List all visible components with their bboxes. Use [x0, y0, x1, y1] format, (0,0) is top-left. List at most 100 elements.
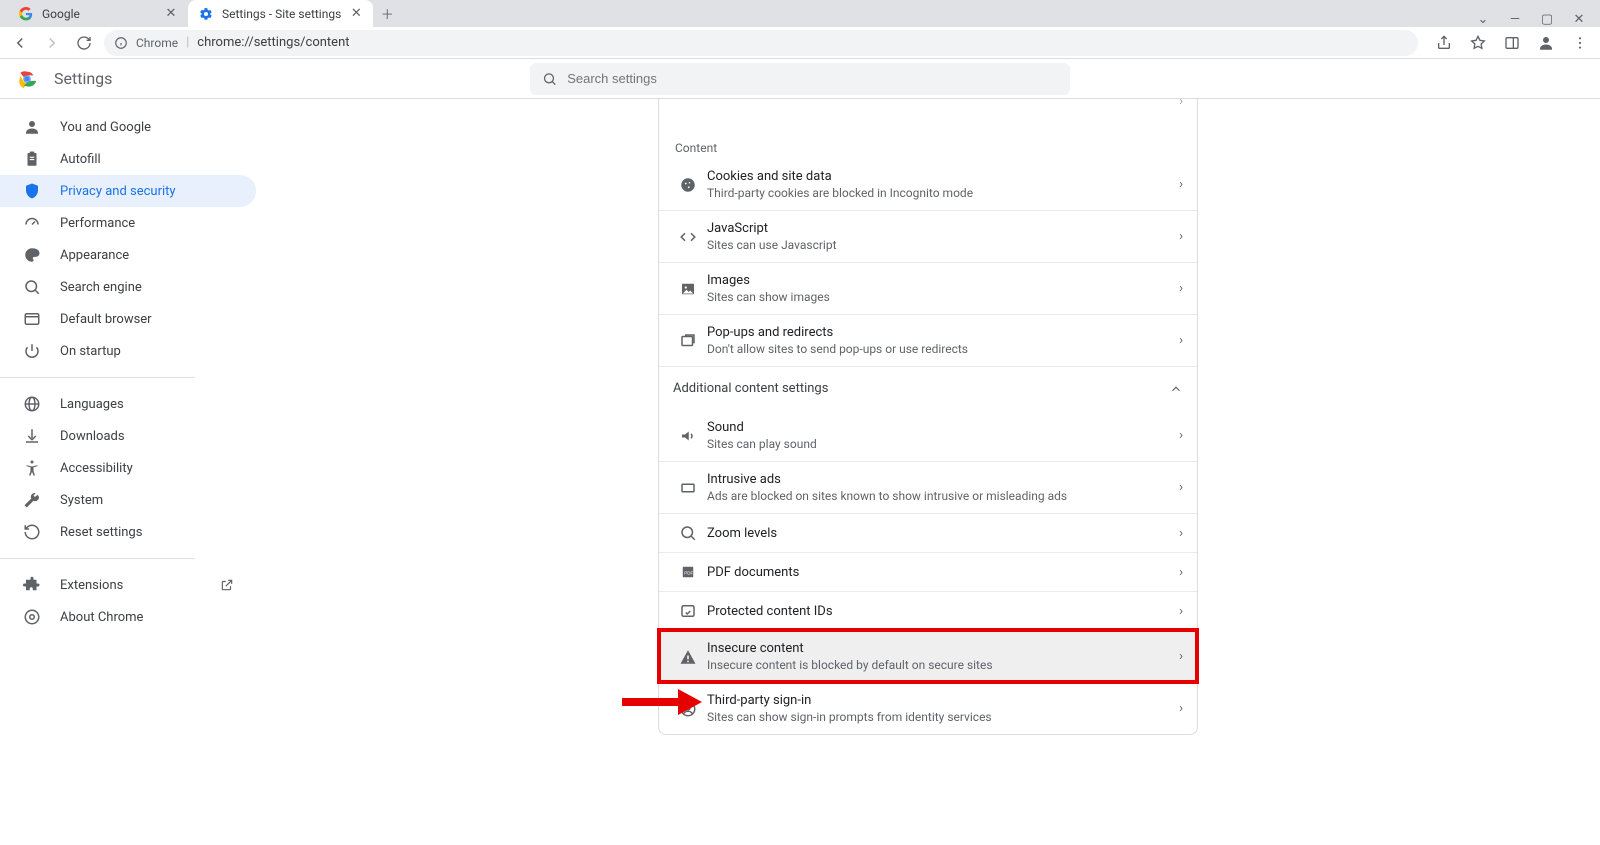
row-images[interactable]: ImagesSites can show images › [659, 262, 1197, 314]
shield-icon [22, 182, 42, 200]
palette-icon [22, 246, 42, 264]
omnibox-chip: Chrome [136, 36, 178, 50]
nav-downloads[interactable]: Downloads [0, 420, 256, 452]
page-title: Settings [54, 69, 112, 88]
row-insecure-content[interactable]: Insecure contentInsecure content is bloc… [659, 630, 1197, 682]
reload-button[interactable] [72, 31, 96, 55]
nav-about-chrome[interactable]: About Chrome [0, 601, 256, 633]
chevron-right-icon: › [1179, 99, 1183, 109]
site-info-icon[interactable] [114, 36, 128, 50]
forward-button[interactable] [40, 31, 64, 55]
chevron-down-icon[interactable]: ⌄ [1474, 12, 1492, 27]
settings-search[interactable] [530, 63, 1070, 95]
search-input[interactable] [567, 71, 1058, 86]
nav-accessibility[interactable]: Accessibility [0, 452, 256, 484]
nav-extensions[interactable]: Extensions [0, 569, 256, 601]
divider [0, 377, 195, 378]
tab-title: Google [42, 7, 156, 21]
chevron-right-icon: › [1179, 526, 1183, 541]
side-panel-icon[interactable] [1500, 31, 1524, 55]
ads-icon [673, 479, 703, 497]
row-popups[interactable]: Pop-ups and redirectsDon't allow sites t… [659, 314, 1197, 366]
image-icon [673, 280, 703, 298]
external-link-icon [220, 578, 234, 592]
browser-tabstrip: Google ✕ Settings - Site settings ✕ ＋ ⌄ … [0, 0, 1600, 27]
kebab-menu-icon[interactable] [1568, 31, 1592, 55]
address-bar[interactable]: Chrome | chrome://settings/content [104, 30, 1418, 56]
zoom-icon [673, 524, 703, 542]
row-protected-content[interactable]: Protected content IDs › [659, 591, 1197, 630]
nav-appearance[interactable]: Appearance [0, 239, 256, 271]
chrome-logo-icon [16, 68, 38, 90]
row-sound[interactable]: SoundSites can play sound › [659, 410, 1197, 461]
row-additional-content-settings[interactable]: Additional content settings [659, 366, 1197, 410]
tab-title: Settings - Site settings [222, 7, 341, 21]
chevron-right-icon: › [1179, 428, 1183, 443]
divider [0, 558, 195, 559]
warning-icon [673, 648, 703, 666]
chevron-right-icon: › [1179, 565, 1183, 580]
chevron-right-icon: › [1179, 480, 1183, 495]
restore-icon [22, 523, 42, 541]
bookmark-icon[interactable] [1466, 31, 1490, 55]
row-third-party-sign-in[interactable]: Third-party sign-inSites can show sign-i… [659, 682, 1197, 734]
chevron-up-icon [1169, 382, 1183, 396]
profile-avatar-icon[interactable] [1534, 31, 1558, 55]
cookie-icon [673, 176, 703, 194]
nav-system[interactable]: System [0, 484, 256, 516]
chrome-icon [22, 608, 42, 626]
account-circle-icon [673, 700, 703, 718]
nav-performance[interactable]: Performance [0, 207, 256, 239]
new-tab-button[interactable]: ＋ [373, 0, 401, 27]
row-zoom-levels[interactable]: Zoom levels › [659, 513, 1197, 552]
chevron-right-icon: › [1179, 229, 1183, 244]
close-tab-icon[interactable]: ✕ [349, 7, 363, 21]
clipboard-icon [22, 150, 42, 168]
omnibox-url: chrome://settings/content [197, 35, 349, 50]
browser-toolbar: Chrome | chrome://settings/content [0, 27, 1600, 59]
speedometer-icon [22, 214, 42, 232]
nav-autofill[interactable]: Autofill [0, 143, 256, 175]
section-label-content: Content [659, 123, 1197, 159]
nav-default-browser[interactable]: Default browser [0, 303, 256, 335]
search-icon [542, 71, 557, 87]
download-icon [22, 427, 42, 445]
person-icon [22, 118, 42, 136]
nav-on-startup[interactable]: On startup [0, 335, 256, 367]
row-pdf-documents[interactable]: PDF PDF documents › [659, 552, 1197, 591]
close-tab-icon[interactable]: ✕ [164, 7, 178, 21]
chevron-right-icon: › [1179, 333, 1183, 348]
nav-languages[interactable]: Languages [0, 388, 256, 420]
window-controls: ⌄ — ▢ ✕ [1462, 12, 1600, 27]
chevron-right-icon: › [1179, 177, 1183, 192]
minimize-icon[interactable]: — [1506, 12, 1524, 27]
row-javascript[interactable]: JavaScriptSites can use Javascript › [659, 210, 1197, 262]
sound-icon [673, 427, 703, 445]
maximize-icon[interactable]: ▢ [1538, 12, 1556, 27]
back-button[interactable] [8, 31, 32, 55]
gear-icon [198, 6, 214, 22]
nav-you-and-google[interactable]: You and Google [0, 111, 256, 143]
content-settings-card: — › Content Cookies and site dataThird-p… [658, 99, 1198, 735]
close-window-icon[interactable]: ✕ [1570, 12, 1588, 27]
chevron-right-icon: › [1179, 701, 1183, 716]
row-cookies[interactable]: Cookies and site dataThird-party cookies… [659, 159, 1197, 210]
code-icon [673, 228, 703, 246]
protected-content-icon [673, 602, 703, 620]
row-additional-permissions[interactable]: — › [659, 99, 1197, 123]
browser-tab-settings[interactable]: Settings - Site settings ✕ [188, 0, 373, 27]
google-g-icon [18, 6, 34, 22]
chevron-right-icon: › [1179, 281, 1183, 296]
browser-window-icon [22, 310, 42, 328]
nav-privacy-security[interactable]: Privacy and security [0, 175, 256, 207]
nav-reset-settings[interactable]: Reset settings [0, 516, 256, 548]
popup-icon [673, 332, 703, 350]
settings-header: Settings [0, 59, 1600, 99]
row-intrusive-ads[interactable]: Intrusive adsAds are blocked on sites kn… [659, 461, 1197, 513]
browser-tab-google[interactable]: Google ✕ [8, 0, 188, 27]
settings-sidebar: You and Google Autofill Privacy and secu… [0, 99, 256, 845]
nav-search-engine[interactable]: Search engine [0, 271, 256, 303]
chevron-right-icon: › [1179, 604, 1183, 619]
share-icon[interactable] [1432, 31, 1456, 55]
power-icon [22, 342, 42, 360]
